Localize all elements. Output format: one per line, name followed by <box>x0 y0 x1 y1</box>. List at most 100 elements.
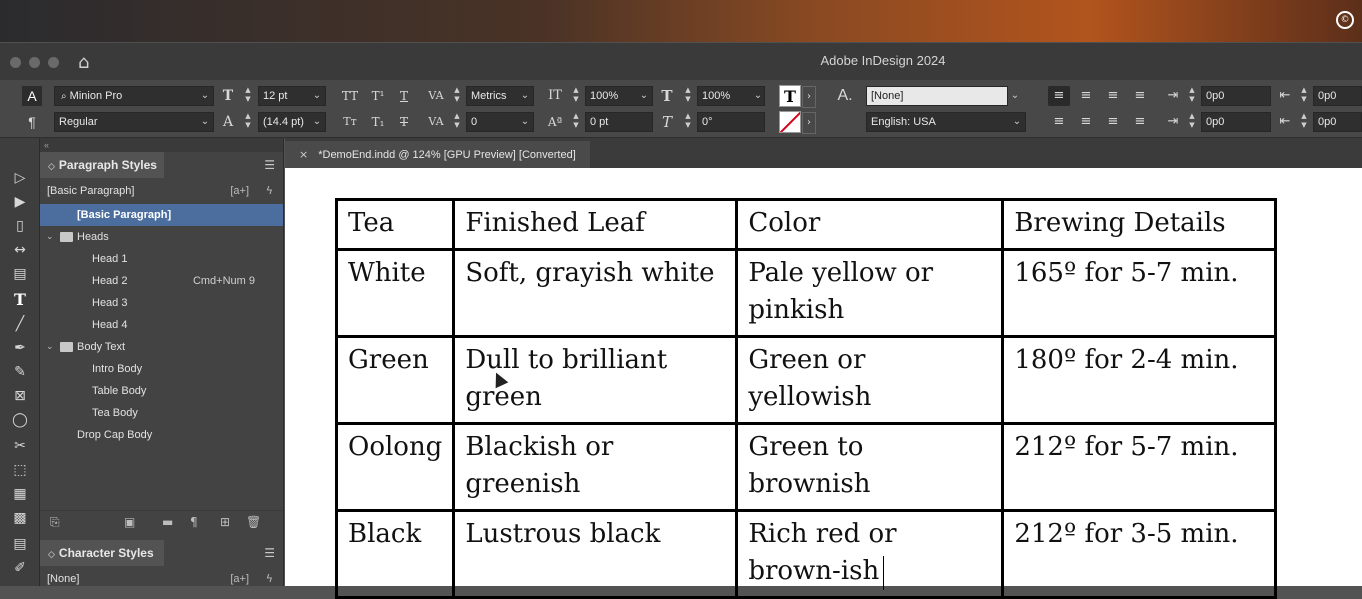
chevron-down-icon[interactable]: ⌄ <box>637 86 651 106</box>
style-group-heads[interactable]: ⌄ Heads <box>40 226 283 248</box>
status-menu-icon[interactable]: © <box>1336 11 1354 29</box>
chevron-down-icon[interactable]: ⌄ <box>46 336 54 358</box>
table-cell[interactable]: Pale yellow or pinkish <box>735 248 1005 338</box>
list-item[interactable]: Head 2 Cmd+Num 9 <box>40 270 283 292</box>
table-cell[interactable]: 212º for 5-7 min. <box>1001 422 1278 512</box>
panel-menu-icon[interactable]: ☰ <box>264 158 275 172</box>
underline-icon[interactable]: T <box>394 86 414 106</box>
trash-icon[interactable]: 🗑 <box>246 515 261 529</box>
panel-collapse-bar[interactable]: « <box>40 138 283 152</box>
last-line-indent-stepper[interactable]: ▲ ▼ <box>1299 112 1309 132</box>
gap-tool-icon[interactable]: ↔ <box>8 240 32 260</box>
list-item[interactable]: Head 3 <box>40 292 283 314</box>
chevron-down-icon[interactable]: ⌄ <box>198 86 212 106</box>
subscript-icon[interactable]: T₁ <box>368 112 388 132</box>
direct-selection-tool-icon[interactable]: ▶ <box>8 192 32 212</box>
stroke-color-button[interactable] <box>779 111 801 133</box>
horizontal-scale-stepper[interactable]: ▲ ▼ <box>683 86 693 106</box>
clear-override-icon[interactable]: ¶ <box>190 515 198 529</box>
list-item[interactable]: Tea Body <box>40 402 283 424</box>
list-item[interactable]: Drop Cap Body <box>40 424 283 446</box>
chevron-down-icon[interactable]: ⌄ <box>310 86 324 106</box>
new-group-icon[interactable]: ▣ <box>124 515 135 529</box>
strikethrough-icon[interactable]: T <box>394 112 414 132</box>
character-style-field[interactable]: [None] <box>866 86 1008 106</box>
paragraph-mode-button[interactable]: ¶ <box>22 112 42 132</box>
document-canvas[interactable]: Tea Finished Leaf Color Brewing Details … <box>285 168 1362 599</box>
chevron-right-icon[interactable]: › <box>802 86 816 108</box>
table-cell[interactable]: 180º for 2-4 min. <box>1001 335 1278 425</box>
ellipse-tool-icon[interactable]: ◯ <box>8 410 32 430</box>
content-collector-icon[interactable]: ▤ <box>8 264 32 284</box>
all-caps-icon[interactable]: TT <box>340 86 360 106</box>
table-cell[interactable]: Black <box>334 509 456 599</box>
right-indent-field[interactable]: 0p0 <box>1313 86 1362 106</box>
font-family-field[interactable]: ⌕ Minion Pro <box>54 86 214 106</box>
clear-overrides-icon[interactable]: ϟ <box>266 180 273 202</box>
chevron-down-icon[interactable]: ⌄ <box>518 112 532 132</box>
last-line-indent-field[interactable]: 0p0 <box>1313 112 1362 132</box>
table-header-cell[interactable]: Tea <box>334 198 456 251</box>
table-cell[interactable]: Blackish or greenish <box>452 422 739 512</box>
list-item[interactable]: Table Body <box>40 380 283 402</box>
justify-all-icon[interactable]: ≡ <box>1129 112 1151 132</box>
type-tool-icon[interactable]: T <box>8 290 32 310</box>
align-towards-spine-icon[interactable]: ≡ <box>1129 86 1151 106</box>
note-tool-icon[interactable]: ▤ <box>8 534 32 554</box>
baseline-shift-field[interactable]: 0 pt <box>585 112 653 132</box>
document-tab[interactable]: × *DemoEnd.indd @ 124% [GPU Preview] [Con… <box>285 141 590 168</box>
scissors-tool-icon[interactable]: ✂ <box>8 436 32 456</box>
table-cell[interactable]: Oolong <box>334 422 456 512</box>
language-field[interactable]: English: USA <box>866 112 1026 132</box>
table-cell[interactable]: 165º for 5-7 min. <box>1001 248 1278 338</box>
rectangle-frame-tool-icon[interactable]: ⊠ <box>8 386 32 406</box>
baseline-shift-stepper[interactable]: ▲ ▼ <box>571 112 581 132</box>
chevron-down-icon[interactable]: ⌄ <box>751 86 765 106</box>
font-style-field[interactable]: Regular <box>54 112 214 132</box>
small-caps-icon[interactable]: Tт <box>340 112 360 132</box>
panel-menu-icon[interactable]: ☰ <box>264 546 275 560</box>
leading-stepper[interactable]: ▲ ▼ <box>243 112 253 132</box>
chevron-down-icon[interactable]: ⌄ <box>310 112 324 132</box>
chevron-right-icon[interactable]: › <box>802 112 816 134</box>
tab-character-styles[interactable]: ◇ Character Styles <box>40 540 164 566</box>
load-styles-icon[interactable]: ⎘ <box>50 515 60 530</box>
table-cell[interactable]: Rich red or brown-ish <box>735 509 1005 599</box>
superscript-icon[interactable]: T¹ <box>368 86 388 106</box>
gradient-swatch-tool-icon[interactable]: ▦ <box>8 484 32 504</box>
folder-icon[interactable]: ▬ <box>162 515 173 529</box>
left-indent-stepper[interactable]: ▲ ▼ <box>1187 86 1197 106</box>
table-cell[interactable]: Lustrous black <box>452 509 739 599</box>
tracking-stepper[interactable]: ▲ ▼ <box>452 112 462 132</box>
gradient-feather-tool-icon[interactable]: ▩ <box>8 508 32 528</box>
eyedropper-tool-icon[interactable]: ✐ <box>8 558 32 578</box>
table-header-cell[interactable]: Finished Leaf <box>452 198 739 251</box>
pencil-tool-icon[interactable]: ✎ <box>8 362 32 382</box>
new-style-from-selection-icon[interactable]: [a+] <box>230 568 249 590</box>
list-item[interactable]: Head 4 <box>40 314 283 336</box>
align-center-icon[interactable]: ≡ <box>1075 86 1097 106</box>
table-cell[interactable]: Green <box>334 335 456 425</box>
tab-paragraph-styles[interactable]: ◇ Paragraph Styles <box>40 152 164 178</box>
table-header-cell[interactable]: Brewing Details <box>1001 198 1278 251</box>
table-header-cell[interactable]: Color <box>735 198 1005 251</box>
table-cell[interactable]: White <box>334 248 456 338</box>
chevron-down-icon[interactable]: ⌄ <box>1008 86 1022 106</box>
free-transform-tool-icon[interactable]: ⬚ <box>8 460 32 480</box>
pen-tool-icon[interactable]: ✒ <box>8 338 32 358</box>
selection-tool-icon[interactable]: ▷ <box>8 168 32 188</box>
right-indent-stepper[interactable]: ▲ ▼ <box>1299 86 1309 106</box>
tea-table[interactable]: Tea Finished Leaf Color Brewing Details … <box>334 198 1278 599</box>
justify-center-icon[interactable]: ≡ <box>1075 112 1097 132</box>
clear-overrides-icon[interactable]: ϟ <box>266 568 273 590</box>
first-line-indent-field[interactable]: 0p0 <box>1201 112 1271 132</box>
chevron-down-icon[interactable]: ⌄ <box>198 112 212 132</box>
chevron-down-icon[interactable]: ⌄ <box>1010 112 1024 132</box>
page-tool-icon[interactable]: ▯ <box>8 216 32 236</box>
close-icon[interactable]: × <box>299 148 308 161</box>
list-item[interactable]: Intro Body <box>40 358 283 380</box>
chevron-down-icon[interactable]: ⌄ <box>518 86 532 106</box>
list-item[interactable]: [Basic Paragraph] <box>40 204 283 226</box>
justify-right-icon[interactable]: ≡ <box>1102 112 1124 132</box>
character-mode-button[interactable]: A <box>22 86 42 106</box>
